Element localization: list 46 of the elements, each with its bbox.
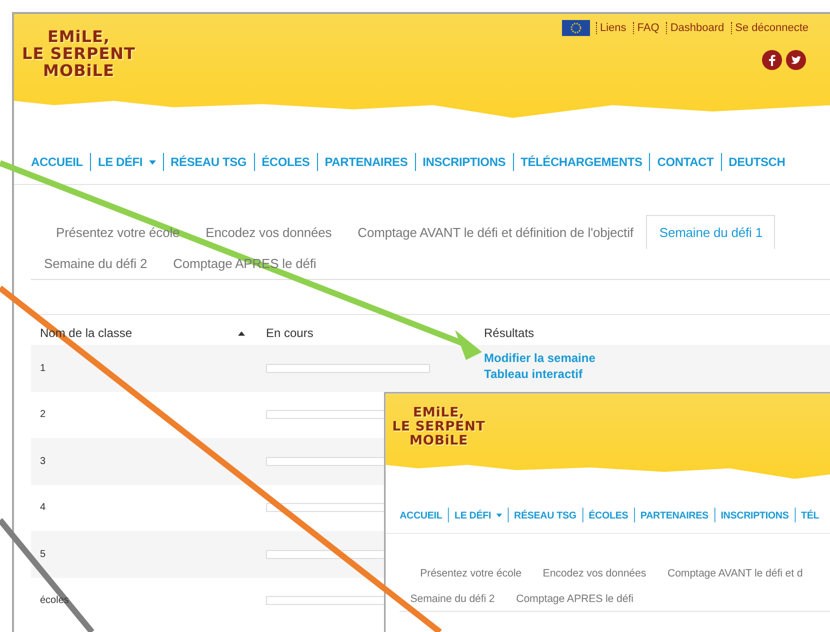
top-link[interactable]: FAQ <box>633 22 662 34</box>
tab[interactable]: Comptage AVANT le défi et définition de l'objectif <box>344 215 646 249</box>
twitter-icon[interactable] <box>786 50 806 70</box>
tab[interactable]: Encodez vos données <box>532 558 657 586</box>
nav-link[interactable]: PARTENAIRES <box>640 509 708 521</box>
nav-link[interactable]: INSCRIPTIONS <box>422 155 506 169</box>
tab[interactable]: Semaine du défi 2 <box>31 249 160 279</box>
facebook-icon[interactable] <box>762 50 782 70</box>
nav-link[interactable]: TÉL <box>801 509 820 521</box>
column-header[interactable]: Résultats <box>484 326 534 340</box>
sort-icon[interactable] <box>238 330 245 336</box>
table-cell: 1 <box>40 362 46 374</box>
column-header[interactable]: En cours <box>266 326 314 340</box>
nav-link[interactable]: DEUTSCH <box>728 155 786 169</box>
table-cell: 4 <box>40 502 46 514</box>
nav-link[interactable]: ACCUEIL <box>31 155 83 169</box>
nav-link[interactable]: RÉSEAU TSG <box>514 509 576 521</box>
flag-icon <box>562 20 590 36</box>
table-cell: 2 <box>40 409 46 420</box>
tab[interactable]: Comptage APRES le défi <box>505 586 644 611</box>
table-cell: 3 <box>40 456 46 467</box>
result-link[interactable]: Tableau interactif <box>484 366 582 382</box>
nav-link[interactable]: LE DÉFI <box>98 155 156 169</box>
nav-link[interactable]: ÉCOLES <box>262 155 310 169</box>
nav-link[interactable]: RÉSEAU TSG <box>170 155 247 169</box>
table-cell: 5 <box>40 548 46 560</box>
top-link[interactable]: Se déconnecte <box>731 22 812 34</box>
caret-icon <box>148 160 156 164</box>
tab[interactable]: Encodez vos données <box>192 215 345 249</box>
nav-link[interactable]: ÉCOLES <box>588 509 628 521</box>
nav-link[interactable]: CONTACT <box>657 155 714 169</box>
result-link[interactable]: Modifier la semaine <box>484 350 596 366</box>
nav-link[interactable]: PARTENAIRES <box>324 155 408 169</box>
top-link[interactable]: Liens <box>596 22 630 34</box>
tab[interactable]: Présentez votre école <box>409 558 532 586</box>
logo[interactable]: EMiLE, LE SERPENT MOBiLE <box>392 405 486 447</box>
nav-link[interactable]: ACCUEIL <box>400 509 442 521</box>
nav-link[interactable]: TÉLÉCHARGEMENTS <box>520 155 642 169</box>
tab[interactable]: Semaine du défi 2 <box>400 586 506 611</box>
nav-link[interactable]: INSCRIPTIONS <box>720 509 789 521</box>
top-link[interactable]: Dashboard <box>666 22 728 34</box>
logo[interactable]: EMiLE, LE SERPENT MOBiLE <box>22 28 136 79</box>
nav-link[interactable]: LE DÉFI <box>454 509 502 521</box>
tab[interactable]: Semaine du défi 1 <box>646 215 776 249</box>
caret-icon <box>496 512 502 518</box>
tab[interactable]: Comptage AVANT le défi et d <box>656 558 814 586</box>
